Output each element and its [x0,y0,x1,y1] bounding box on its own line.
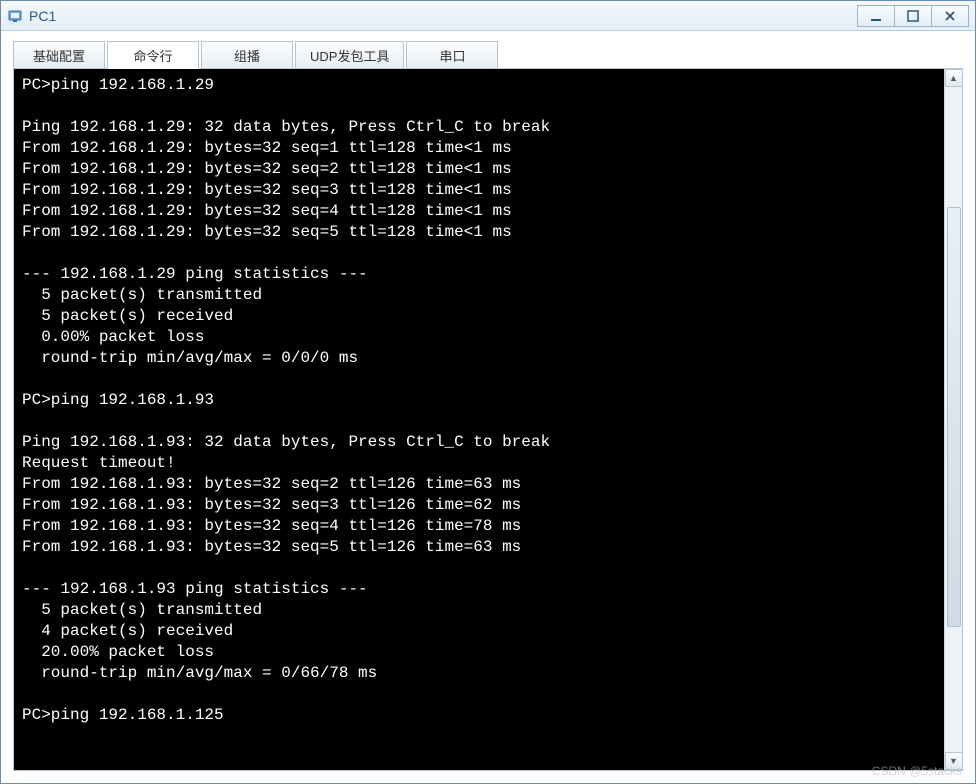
app-icon [7,8,23,24]
terminal-output[interactable]: PC>ping 192.168.1.29 Ping 192.168.1.29: … [14,69,944,770]
terminal-container: PC>ping 192.168.1.29 Ping 192.168.1.29: … [13,68,963,771]
tab-2[interactable]: 组播 [201,41,293,69]
tab-bar: 基础配置命令行组播UDP发包工具串口 [13,41,963,69]
close-button[interactable] [931,5,969,27]
minimize-button[interactable] [857,5,895,27]
vertical-scrollbar[interactable]: ▲ ▼ [944,69,962,770]
window-title: PC1 [29,8,858,24]
scroll-track[interactable] [945,87,963,752]
maximize-button[interactable] [894,5,932,27]
content-area: 基础配置命令行组播UDP发包工具串口 PC>ping 192.168.1.29 … [1,31,975,783]
scroll-thumb[interactable] [947,207,961,627]
tab-3[interactable]: UDP发包工具 [295,41,404,69]
tab-4[interactable]: 串口 [406,41,498,69]
app-window: PC1 基础配置命令行组播UDP发包工具串口 PC>ping 192.168.1… [0,0,976,784]
tab-1[interactable]: 命令行 [107,41,199,69]
scroll-up-button[interactable]: ▲ [945,69,963,87]
tab-0[interactable]: 基础配置 [13,41,105,69]
window-controls [858,5,969,27]
titlebar[interactable]: PC1 [1,1,975,31]
scroll-down-button[interactable]: ▼ [945,752,963,770]
